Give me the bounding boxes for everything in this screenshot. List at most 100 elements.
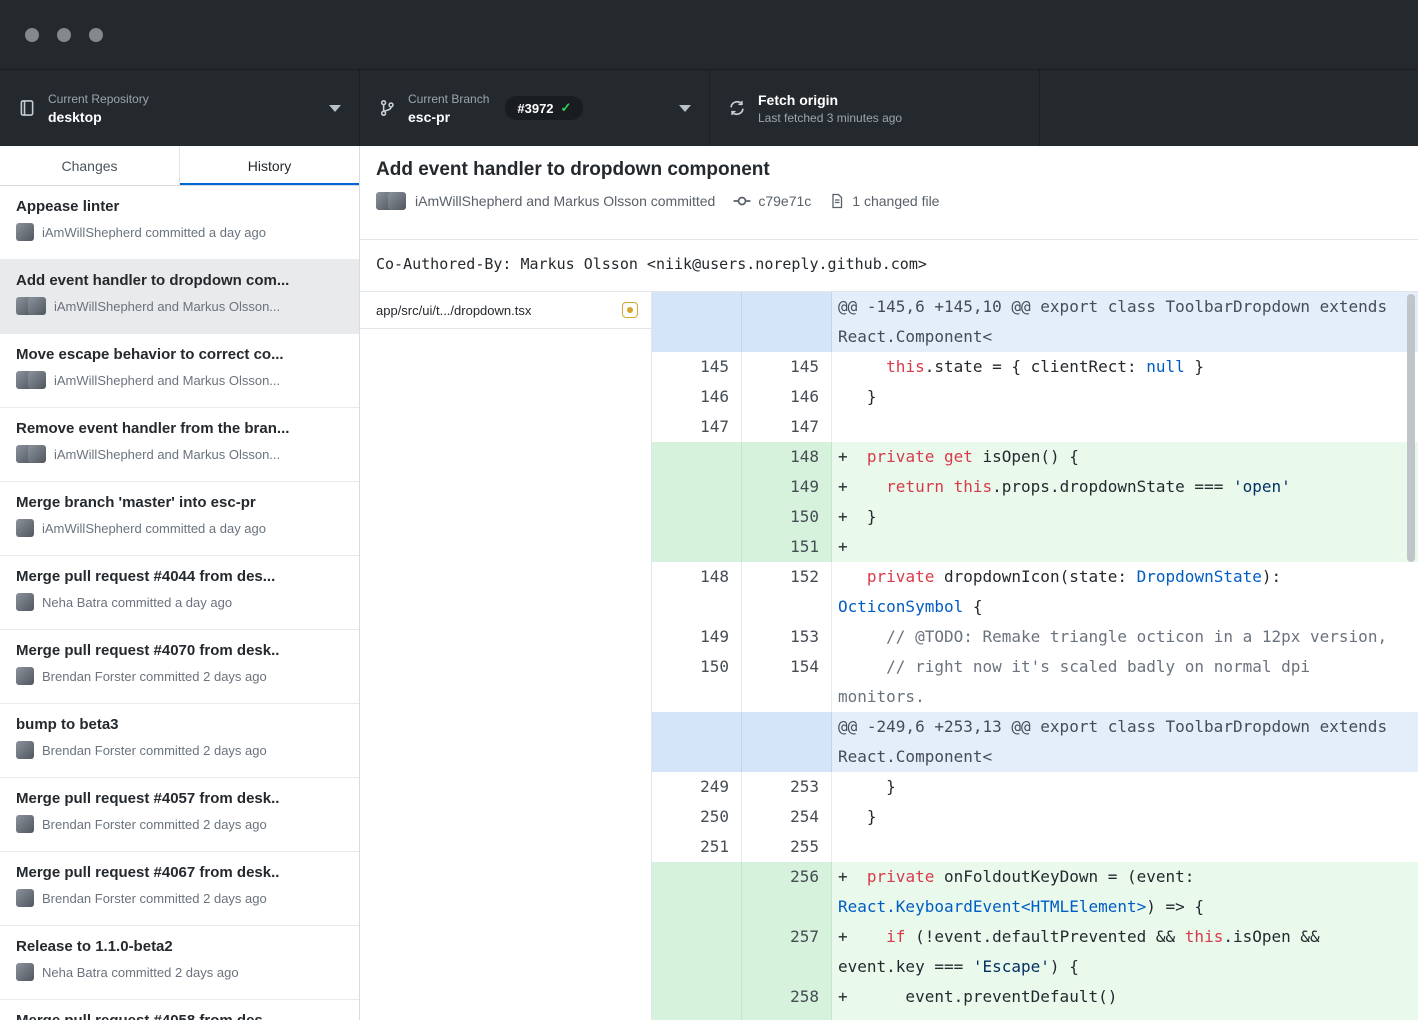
avatar xyxy=(16,593,34,611)
code-line: // @TODO: Remake triangle octicon in a 1… xyxy=(832,622,1418,652)
commit-item-meta: iAmWillShepherd and Markus Olsson... xyxy=(16,297,343,315)
commit-list-item[interactable]: Merge pull request #4044 from des...Neha… xyxy=(0,556,359,630)
changed-files-group: 1 changed file xyxy=(829,193,939,209)
avatar-stack xyxy=(16,223,34,241)
commit-item-meta: Brendan Forster committed 2 days ago xyxy=(16,889,343,907)
commit-list-item[interactable]: Release to 1.1.0-beta2Neha Batra committ… xyxy=(0,926,359,1000)
commit-item-title: Appease linter xyxy=(16,198,343,215)
new-line-number: 259 xyxy=(742,1012,832,1020)
code-line: this.state = { clientRect: null } xyxy=(832,352,1418,382)
commit-list-item[interactable]: Remove event handler from the bran...iAm… xyxy=(0,408,359,482)
tab-changes[interactable]: Changes xyxy=(0,146,179,185)
commit-description: Co-Authored-By: Markus Olsson <niik@user… xyxy=(360,240,1418,292)
avatar-stack xyxy=(16,593,34,611)
old-line-number xyxy=(652,472,742,502)
changed-file-icon xyxy=(829,193,845,209)
commit-item-meta-text: Brendan Forster committed 2 days ago xyxy=(42,891,267,906)
commit-item-meta: Brendan Forster committed 2 days ago xyxy=(16,741,343,759)
sidebar-tabbar: Changes History xyxy=(0,146,359,186)
diff-rows: @@ -145,6 +145,10 @@ export class Toolba… xyxy=(652,292,1418,1020)
code-line: + private onFoldoutKeyDown = (event: Rea… xyxy=(832,862,1418,922)
commit-list-item[interactable]: Merge pull request #4057 from desk.. Bren… xyxy=(0,778,359,852)
old-line-number: 148 xyxy=(652,562,742,622)
commit-item-meta: iAmWillShepherd and Markus Olsson... xyxy=(16,371,343,389)
new-line-number: 152 xyxy=(742,562,832,622)
commit-item-title: Merge branch 'master' into esc-pr xyxy=(16,494,343,511)
toolbar: Current Repository desktop Current Branc… xyxy=(0,70,1418,146)
modified-status-icon xyxy=(622,302,638,318)
toolbar-spacer xyxy=(1040,70,1418,146)
old-line-number: 250 xyxy=(652,802,742,832)
commit-list-item[interactable]: Appease linter iAmWillShepherd committed … xyxy=(0,186,359,260)
code-line: private dropdownIcon(state: DropdownStat… xyxy=(832,562,1418,622)
diff-row-added: 149+ return this.props.dropdownState ===… xyxy=(652,472,1418,502)
avatar xyxy=(16,667,34,685)
code-line: + xyxy=(832,532,1418,562)
git-commit-icon xyxy=(733,192,751,210)
avatar xyxy=(28,445,46,463)
file-list-item[interactable]: app/src/ui/t.../dropdown.tsx xyxy=(360,292,651,329)
chevron-down-icon xyxy=(679,105,691,112)
scrollbar-thumb[interactable] xyxy=(1407,294,1415,562)
fetch-origin-button[interactable]: Fetch origin Last fetched 3 minutes ago xyxy=(710,70,1040,146)
commit-list-item[interactable]: Merge branch 'master' into esc-pr iAmWill… xyxy=(0,482,359,556)
git-branch-icon xyxy=(378,99,396,117)
commit-item-meta-text: Brendan Forster committed 2 days ago xyxy=(42,817,267,832)
pr-number: #3972 xyxy=(517,101,553,116)
new-line-number: 255 xyxy=(742,832,832,862)
avatar xyxy=(16,963,34,981)
diff-pane: @@ -145,6 +145,10 @@ export class Toolba… xyxy=(652,292,1418,1020)
commit-item-meta-text: iAmWillShepherd committed a day ago xyxy=(42,521,266,536)
commit-item-title: Merge pull request #4044 from des... xyxy=(16,568,343,585)
commit-authors: iAmWillShepherd and Markus Olsson commit… xyxy=(415,193,715,209)
commit-sha: c79e71c xyxy=(758,193,811,209)
new-line-number: 253 xyxy=(742,772,832,802)
commit-item-meta: iAmWillShepherd committed a day ago xyxy=(16,223,343,241)
avatar xyxy=(16,223,34,241)
commit-item-title: Merge pull request #4067 from desk.. xyxy=(16,864,343,881)
check-icon: ✓ xyxy=(561,100,572,116)
diff-row-context: 146146 } xyxy=(652,382,1418,412)
old-line-number xyxy=(652,922,742,982)
avatar xyxy=(16,815,34,833)
commit-list-item[interactable]: Merge pull request #4058 from des... xyxy=(0,1000,359,1020)
code-line: // right now it's scaled badly on normal… xyxy=(832,652,1418,712)
old-line-number: 146 xyxy=(652,382,742,412)
code-line: + this.props.onDropdownStateChanged('clo… xyxy=(832,1012,1418,1020)
file-list: app/src/ui/t.../dropdown.tsx xyxy=(360,292,652,1020)
fetch-subtitle: Last fetched 3 minutes ago xyxy=(758,111,902,125)
commit-list-item[interactable]: bump to beta3Brendan Forster committed 2… xyxy=(0,704,359,778)
new-line-number xyxy=(742,712,832,772)
avatar-stack xyxy=(16,963,34,981)
tab-history[interactable]: History xyxy=(179,146,359,185)
maximize-button[interactable] xyxy=(89,28,103,42)
diff-row-hunk: @@ -145,6 +145,10 @@ export class Toolba… xyxy=(652,292,1418,352)
old-line-number: 150 xyxy=(652,652,742,712)
commit-list-item[interactable]: Merge pull request #4070 from desk..Bren… xyxy=(0,630,359,704)
commit-item-title: Merge pull request #4057 from desk.. xyxy=(16,790,343,807)
branch-name: esc-pr xyxy=(408,109,489,125)
current-branch-button[interactable]: Current Branch esc-pr #3972 ✓ xyxy=(360,70,710,146)
new-line-number: 258 xyxy=(742,982,832,1012)
avatar xyxy=(28,371,46,389)
commit-item-meta-text: Brendan Forster committed 2 days ago xyxy=(42,743,267,758)
commit-list-item[interactable]: Move escape behavior to correct co...iAm… xyxy=(0,334,359,408)
avatar-stack xyxy=(16,667,34,685)
author-avatars xyxy=(376,192,406,210)
current-repository-button[interactable]: Current Repository desktop xyxy=(0,70,360,146)
new-line-number: 256 xyxy=(742,862,832,922)
close-button[interactable] xyxy=(25,28,39,42)
code-line: + return this.props.dropdownState === 'o… xyxy=(832,472,1418,502)
old-line-number: 251 xyxy=(652,832,742,862)
code-line: + if (!event.defaultPrevented && this.is… xyxy=(832,922,1418,982)
avatar-stack xyxy=(16,297,46,315)
commit-list-item[interactable]: Merge pull request #4067 from desk.. Bren… xyxy=(0,852,359,926)
code-line xyxy=(832,832,1418,862)
code-line xyxy=(832,412,1418,442)
new-line-number: 148 xyxy=(742,442,832,472)
diff-row-added: 150+ } xyxy=(652,502,1418,532)
old-line-number xyxy=(652,1012,742,1020)
pr-number-badge: #3972 ✓ xyxy=(505,96,583,120)
commit-list-item[interactable]: Add event handler to dropdown com...iAmW… xyxy=(0,260,359,334)
minimize-button[interactable] xyxy=(57,28,71,42)
